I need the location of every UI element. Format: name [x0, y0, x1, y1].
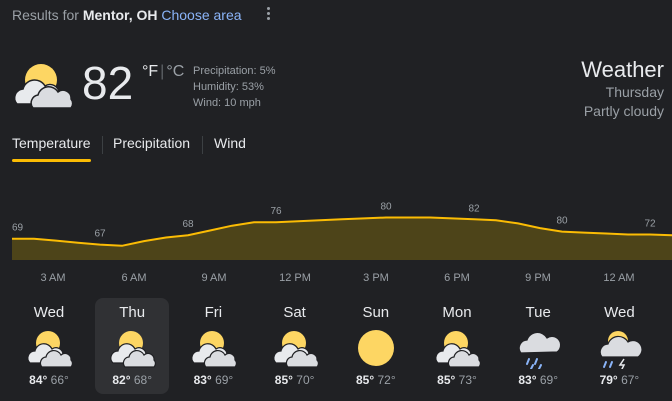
wind-text: Wind: 10 mph — [193, 97, 261, 109]
unit-switcher: °F | °C — [142, 63, 184, 81]
hour-label: 12 PM — [279, 272, 311, 284]
day-temps: 85° 73° — [420, 373, 494, 387]
humidity-text: Humidity: 53% — [193, 81, 264, 93]
day-temps: 85° 72° — [339, 373, 413, 387]
day-temps: 85° 70° — [258, 373, 332, 387]
day-high: 85° — [355, 373, 375, 387]
day-forecast-fri[interactable]: Fri 83° 69° — [176, 298, 250, 394]
temperature-data-label: 80 — [556, 216, 568, 227]
results-prefix: Results for — [12, 7, 79, 23]
hour-label: 12 AM — [603, 272, 635, 284]
weather-details: Precipitation: 5% Humidity: 53% Wind: 10… — [193, 63, 276, 111]
celsius-unit[interactable]: °C — [166, 63, 184, 80]
day-name: Wed — [33, 304, 65, 321]
day-name: Tue — [525, 304, 551, 321]
temperature-area — [12, 217, 672, 260]
partly-cloudy-icon — [13, 64, 73, 109]
day-low: 67° — [621, 373, 640, 387]
day-temps: 83° 69° — [176, 373, 250, 387]
thunderstorm-icon — [600, 331, 643, 369]
tab-divider — [102, 136, 103, 154]
day-forecast-sun[interactable]: Sun 85° 72° — [339, 298, 413, 394]
day-high: 85° — [437, 373, 456, 387]
rain-icon — [518, 331, 562, 369]
partly-cloudy-icon — [191, 331, 238, 368]
hour-label: 9 AM — [201, 272, 227, 284]
hour-label: 6 AM — [121, 272, 147, 284]
tab-precipitation[interactable]: Precipitation — [113, 135, 190, 151]
temperature-chart: 69 67 68 76 80 82 80 72 — [12, 202, 672, 260]
current-temperature: 82 — [82, 57, 134, 109]
temperature-data-label: 82 — [468, 203, 480, 214]
tab-temperature[interactable]: Temperature — [12, 135, 91, 162]
temperature-data-label: 69 — [12, 223, 24, 234]
day-temps: 84° 66° — [12, 373, 86, 387]
temperature-data-label: 76 — [270, 206, 282, 217]
day-forecast-sat[interactable]: Sat 85° 70° — [258, 298, 332, 394]
day-low: 68° — [133, 373, 153, 387]
condition-label: Partly cloudy — [583, 103, 664, 119]
day-forecast-wed[interactable]: Wed 84° 66° — [12, 298, 86, 394]
weather-title: Weather — [581, 57, 664, 82]
location-name: Mentor, OH — [82, 7, 158, 23]
day-high: 82° — [112, 373, 131, 387]
day-name: Mon — [442, 304, 472, 321]
hour-label: 9 PM — [525, 272, 551, 284]
day-high: 79° — [599, 373, 618, 387]
day-temps: 83° 69° — [501, 373, 575, 387]
choose-area-link[interactable]: Choose area — [161, 7, 241, 23]
sunny-icon — [357, 330, 394, 366]
hour-label: 3 AM — [40, 272, 66, 284]
day-low: 69° — [539, 373, 559, 387]
more-options-icon[interactable] — [262, 5, 274, 23]
hour-label: 6 PM — [444, 272, 470, 284]
partly-cloudy-icon — [272, 331, 319, 368]
day-label: Thursday — [605, 84, 664, 100]
day-forecast-thu[interactable]: Thu 82° 68° — [95, 298, 170, 394]
tab-wind[interactable]: Wind — [214, 135, 246, 151]
day-low: 69° — [215, 373, 234, 387]
day-temps: 79° 67° — [582, 373, 656, 387]
day-low: 66° — [50, 373, 69, 387]
day-name: Thu — [119, 304, 146, 321]
temperature-data-label: 80 — [380, 202, 392, 213]
results-for-text: Results for Mentor, OH Choose area — [12, 7, 242, 23]
day-low: 70° — [296, 373, 315, 387]
day-high: 84° — [29, 373, 48, 387]
precipitation-text: Precipitation: 5% — [193, 65, 276, 77]
temperature-data-label: 68 — [182, 219, 194, 230]
day-temps: 82° 68° — [95, 373, 169, 387]
partly-cloudy-icon — [110, 331, 157, 368]
weather-summary: Weather Thursday Partly cloudy — [581, 57, 664, 121]
day-high: 85° — [274, 373, 293, 387]
hour-label: 3 PM — [363, 272, 389, 284]
tab-divider — [202, 136, 203, 154]
day-high: 83° — [518, 373, 537, 387]
fahrenheit-unit[interactable]: °F — [142, 63, 158, 80]
day-name: Wed — [604, 304, 635, 321]
day-low: 72° — [377, 373, 396, 387]
temperature-data-label: 72 — [644, 219, 656, 230]
temperature-data-label: 67 — [94, 229, 106, 240]
day-name: Sun — [362, 304, 390, 321]
partly-cloudy-icon — [27, 331, 73, 368]
day-forecast-tue[interactable]: Tue 83° 69° — [501, 298, 575, 394]
day-low: 73° — [458, 373, 477, 387]
partly-cloudy-icon — [435, 331, 481, 368]
day-high: 83° — [193, 373, 212, 387]
day-forecast-wed[interactable]: Wed 79° 67° — [582, 298, 656, 394]
day-forecast-mon[interactable]: Mon 85° 73° — [420, 298, 494, 394]
day-name: Sat — [283, 304, 306, 321]
day-name: Fri — [204, 304, 223, 321]
